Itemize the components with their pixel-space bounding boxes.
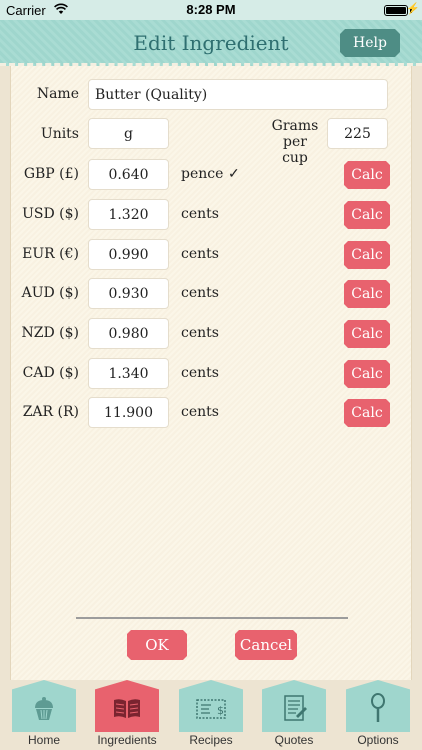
currency-label: GBP (£) xyxy=(23,166,79,182)
currency-label: AUD ($) xyxy=(21,285,79,301)
calc-button-cad[interactable]: Calc xyxy=(344,360,390,388)
ok-button[interactable]: OK xyxy=(127,630,187,660)
price-input-zar[interactable]: 11.900 xyxy=(88,397,169,428)
name-row: Name Butter (Quality) xyxy=(11,79,413,111)
unit-label: cents xyxy=(181,206,219,222)
grams-per-cup-input[interactable]: 225 xyxy=(327,118,388,149)
unit-label: cents xyxy=(181,246,219,262)
units-label: Units xyxy=(40,126,79,142)
price-input-eur[interactable]: 0.990 xyxy=(88,239,169,270)
calc-button-gbp[interactable]: Calc xyxy=(344,161,390,189)
units-row: Units g Grams per cup 225 xyxy=(11,118,413,166)
calc-button-zar[interactable]: Calc xyxy=(344,399,390,427)
price-input-cad[interactable]: 1.340 xyxy=(88,358,169,389)
status-bar: Carrier 8:28 PM ⚡ xyxy=(0,0,422,20)
currency-label: ZAR (R) xyxy=(22,404,79,420)
tab-options[interactable]: Options xyxy=(346,680,410,750)
unit-label: cents xyxy=(181,404,219,420)
tab-label: Quotes xyxy=(274,733,314,747)
tab-label: Home xyxy=(27,733,60,747)
price-input-aud[interactable]: 0.930 xyxy=(88,278,169,309)
header-bar: Edit Ingredient Help xyxy=(0,20,422,66)
calc-button-eur[interactable]: Calc xyxy=(344,241,390,269)
calc-button-usd[interactable]: Calc xyxy=(344,201,390,229)
tab-recipes[interactable]: $ Recipes xyxy=(179,680,243,750)
edit-ingredient-form: Name Butter (Quality) Units g Grams per … xyxy=(10,66,412,680)
name-label: Name xyxy=(36,86,79,102)
divider-line xyxy=(76,617,348,619)
unit-label: cents xyxy=(181,285,219,301)
tab-ingredients[interactable]: Ingredients xyxy=(95,680,159,750)
currency-label: NZD ($) xyxy=(21,325,79,341)
price-input-usd[interactable]: 1.320 xyxy=(88,199,169,230)
tab-bar: Home Ingredients $ Recipes Quotes Option… xyxy=(0,680,422,750)
status-time: 8:28 PM xyxy=(186,2,236,17)
tab-label: Options xyxy=(357,733,399,747)
currency-label: CAD ($) xyxy=(22,365,79,381)
price-input-gbp[interactable]: 0.640 xyxy=(88,159,169,190)
tab-home[interactable]: Home xyxy=(12,680,76,750)
currency-row-cad: CAD ($) 1.340 cents Calc xyxy=(11,358,413,390)
battery-icon xyxy=(384,5,408,16)
svg-text:$: $ xyxy=(217,704,224,717)
charging-bolt-icon: ⚡ xyxy=(406,3,420,15)
quote-sheet-icon xyxy=(284,695,307,721)
help-button[interactable]: Help xyxy=(340,29,400,57)
cancel-button[interactable]: Cancel xyxy=(235,630,297,660)
currency-row-eur: EUR (€) 0.990 cents Calc xyxy=(11,239,413,271)
book-icon xyxy=(114,699,140,718)
currency-row-usd: USD ($) 1.320 cents Calc xyxy=(11,199,413,231)
price-input-nzd[interactable]: 0.980 xyxy=(88,318,169,349)
currency-row-nzd: NZD ($) 0.980 cents Calc xyxy=(11,318,413,350)
calc-button-nzd[interactable]: Calc xyxy=(344,320,390,348)
recipe-card-icon: $ xyxy=(196,699,226,719)
calc-button-aud[interactable]: Calc xyxy=(344,280,390,308)
name-input[interactable]: Butter (Quality) xyxy=(88,79,388,110)
currency-label: EUR (€) xyxy=(22,246,79,262)
units-input[interactable]: g xyxy=(88,118,169,149)
grams-label-line1: Grams xyxy=(271,118,319,134)
currency-row-gbp: GBP (£) 0.640 pence ✓ Calc xyxy=(11,159,413,191)
cupcake-icon xyxy=(35,697,53,720)
unit-label: cents xyxy=(181,365,219,381)
tab-label: Recipes xyxy=(189,733,233,747)
unit-label: pence xyxy=(181,166,224,182)
tab-quotes[interactable]: Quotes xyxy=(262,680,326,750)
currency-row-zar: ZAR (R) 11.900 cents Calc xyxy=(11,397,413,429)
tab-label: Ingredients xyxy=(97,733,157,747)
unit-label: cents xyxy=(181,325,219,341)
currency-label: USD ($) xyxy=(22,206,79,222)
currency-row-aud: AUD ($) 0.930 cents Calc xyxy=(11,278,413,310)
spoon-icon xyxy=(371,693,385,722)
checkmark-icon: ✓ xyxy=(228,166,240,182)
